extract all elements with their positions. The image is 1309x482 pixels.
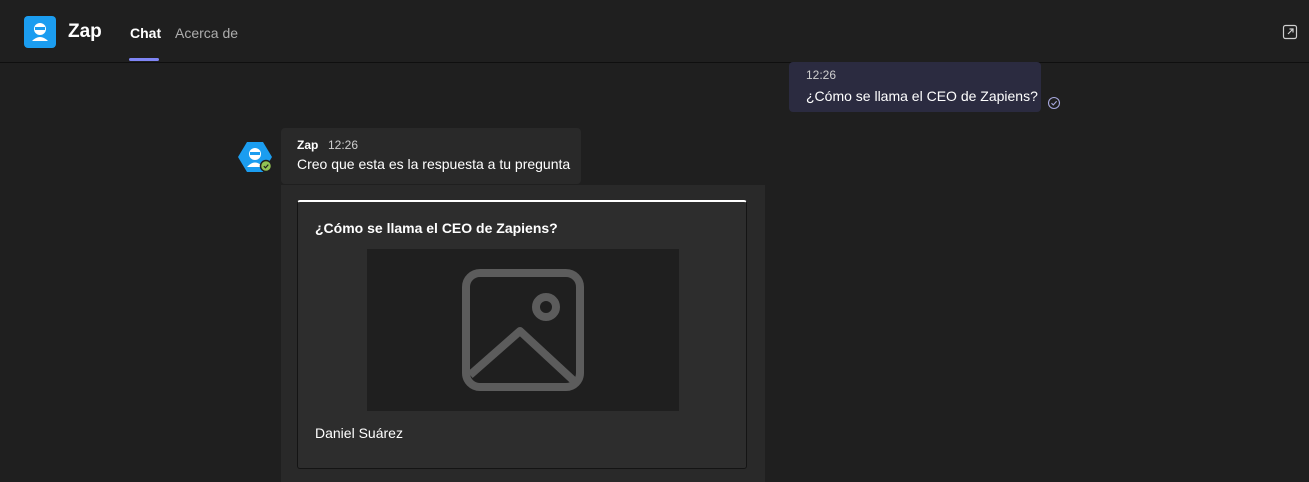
bot-avatar[interactable] [237, 140, 273, 176]
popout-icon[interactable] [1282, 24, 1298, 40]
bot-message-text: Creo que esta es la respuesta a tu pregu… [297, 156, 571, 172]
tab-chat[interactable]: Chat [130, 25, 161, 41]
user-message-text: ¿Cómo se llama el CEO de Zapiens? [806, 88, 1038, 104]
bot-sender-name: Zap [297, 138, 319, 152]
card-caption: Daniel Suárez [315, 425, 403, 441]
top-bar: Zap Chat Acerca de [0, 0, 1309, 63]
image-placeholder-icon [462, 269, 584, 391]
tab-acerca-de[interactable]: Acerca de [175, 25, 238, 41]
read-receipt-icon [1047, 96, 1061, 110]
user-message-time: 12:26 [806, 68, 837, 82]
card-image[interactable] [367, 249, 679, 411]
bot-message-time: 12:26 [328, 138, 359, 152]
app-title: Zap [68, 21, 102, 42]
card-title: ¿Cómo se llama el CEO de Zapiens? [315, 220, 558, 236]
active-tab-indicator [129, 58, 159, 61]
app-logo-icon [24, 16, 56, 48]
